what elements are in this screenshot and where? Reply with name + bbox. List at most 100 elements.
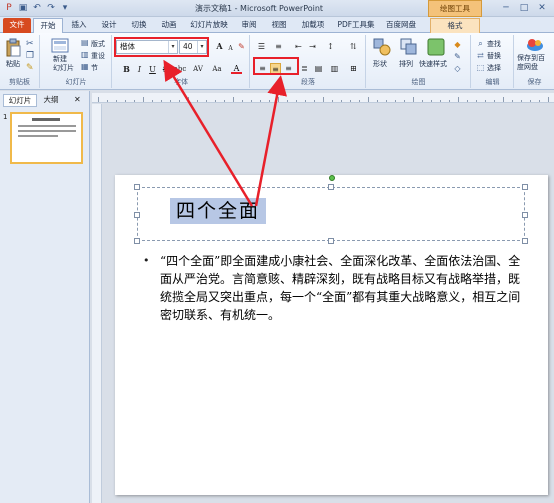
tab-format[interactable]: 格式 [430, 18, 480, 33]
font-color-button[interactable]: A [231, 63, 242, 74]
numbering-icon[interactable]: ≡ [273, 41, 284, 52]
resize-handle[interactable] [522, 238, 528, 244]
ruler-tick [350, 100, 351, 102]
font-group-label: 字体 [174, 78, 188, 86]
ruler-tick [197, 100, 198, 102]
ruler-tick [422, 100, 423, 102]
format-painter-icon[interactable]: ✎ [26, 63, 34, 73]
close-icon[interactable]: ✕ [536, 2, 548, 14]
select-icon[interactable]: ⬚ [475, 62, 486, 73]
tab-slideshow[interactable]: 幻灯片放映 [186, 18, 232, 33]
quick-styles-icon[interactable] [427, 38, 445, 56]
undo-icon[interactable]: ↶ [31, 2, 43, 14]
increase-indent-icon[interactable]: ⇥ [307, 41, 318, 52]
shape-effects-icon[interactable]: ◇ [452, 63, 463, 74]
strikethrough-button[interactable]: S [160, 64, 171, 75]
resize-handle[interactable] [134, 212, 140, 218]
maximize-icon[interactable]: □ [518, 2, 530, 14]
new-slide-button[interactable]: 新建 幻灯片 [53, 55, 74, 73]
redo-icon[interactable]: ↷ [45, 2, 57, 14]
grow-font-icon[interactable]: A [214, 41, 225, 52]
shapes-icon[interactable] [373, 38, 391, 56]
decrease-indent-icon[interactable]: ⇤ [293, 41, 304, 52]
window-title: 演示文稿1 - Microsoft PowerPoint [195, 4, 324, 13]
bold-button[interactable]: B [121, 64, 132, 75]
customize-icon[interactable]: ▾ [59, 2, 71, 14]
tab-transitions[interactable]: 切换 [126, 18, 152, 33]
shape-fill-icon[interactable]: ◆ [452, 39, 463, 50]
ruler-tick [431, 100, 432, 102]
replace-button[interactable]: 替换 [487, 51, 501, 61]
baidu-cloud-icon[interactable] [526, 38, 544, 52]
change-case-button[interactable]: Aa [210, 64, 224, 75]
copy-icon[interactable]: ❐ [26, 51, 34, 61]
app-icon[interactable]: P [3, 2, 15, 14]
slide-thumbnail[interactable] [10, 112, 83, 164]
find-button[interactable]: 查找 [487, 39, 501, 49]
quick-styles-button[interactable]: 快速样式 [419, 59, 447, 69]
smartart-icon[interactable]: ⊞ [348, 63, 359, 74]
arrange-button[interactable]: 排列 [399, 59, 413, 69]
find-icon[interactable]: ⌕ [475, 38, 486, 49]
tab-design[interactable]: 设计 [96, 18, 122, 33]
tab-file[interactable]: 文件 [3, 18, 31, 33]
save-to-baidu-button[interactable]: 保存到百 度网盘 [517, 54, 545, 72]
justify-icon[interactable]: ≣ [299, 63, 310, 74]
resize-handle[interactable] [134, 238, 140, 244]
tab-pdf-tools[interactable]: PDF工具集 [334, 18, 378, 33]
char-spacing-button[interactable]: AV [191, 64, 205, 75]
resize-handle[interactable] [328, 238, 334, 244]
tab-outline-pane[interactable]: 大纲 [38, 94, 64, 107]
resize-handle[interactable] [328, 184, 334, 190]
layout-icon[interactable]: ▤ [81, 38, 89, 47]
reset-button[interactable]: 重设 [91, 51, 105, 61]
vertical-ruler[interactable] [92, 104, 102, 503]
minimize-icon[interactable]: ─ [500, 2, 512, 14]
close-pane-icon[interactable]: ✕ [74, 95, 81, 104]
replace-icon[interactable]: ⇄ [475, 50, 486, 61]
cut-icon[interactable]: ✂ [26, 39, 34, 49]
tab-view[interactable]: 视图 [266, 18, 292, 33]
ruler-tick [269, 100, 270, 102]
tab-baidu-netdisk[interactable]: 百度网盘 [382, 18, 420, 33]
tab-addins[interactable]: 加载项 [296, 18, 330, 33]
slide-body-text[interactable]: “四个全面”即全面建成小康社会、全面深化改革、全面依法治国、全面从严治党。言简意… [160, 252, 522, 324]
shapes-button[interactable]: 形状 [373, 59, 387, 69]
new-slide-icon[interactable] [51, 38, 69, 54]
rotate-handle[interactable] [329, 175, 335, 181]
tab-review[interactable]: 审阅 [236, 18, 262, 33]
slide-title-text[interactable]: 四个全面 [170, 198, 267, 224]
text-direction-icon[interactable]: ⇅ [348, 41, 359, 52]
ruler-tick [503, 97, 504, 102]
shrink-font-icon[interactable]: A [225, 43, 236, 54]
bullets-icon[interactable]: ☰ [256, 41, 267, 52]
reset-icon[interactable]: ▥ [81, 50, 89, 59]
ruler-tick [530, 100, 531, 102]
tab-animations[interactable]: 动画 [156, 18, 182, 33]
horizontal-ruler[interactable] [92, 93, 554, 103]
section-button[interactable]: 节 [91, 63, 98, 73]
distribute-icon[interactable]: ▤ [313, 63, 324, 74]
shadow-button[interactable]: abc [171, 64, 189, 75]
ruler-tick [512, 100, 513, 102]
tab-slides-pane[interactable]: 幻灯片 [3, 94, 37, 107]
clear-format-icon[interactable]: ✎ [236, 41, 247, 52]
underline-button[interactable]: U [147, 64, 158, 75]
tab-insert[interactable]: 插入 [66, 18, 92, 33]
shape-outline-icon[interactable]: ✎ [452, 51, 463, 62]
resize-handle[interactable] [134, 184, 140, 190]
columns-icon[interactable]: ▥ [329, 63, 340, 74]
italic-button[interactable]: I [134, 64, 145, 75]
paste-button[interactable]: 粘贴 [6, 59, 20, 69]
ruler-tick [116, 100, 117, 102]
save-icon[interactable]: ▣ [17, 2, 29, 14]
select-button[interactable]: 选择 [487, 63, 501, 73]
resize-handle[interactable] [522, 212, 528, 218]
line-spacing-icon[interactable]: ↕ [325, 41, 336, 52]
tab-home[interactable]: 开始 [33, 18, 63, 33]
section-icon[interactable]: ▦ [81, 62, 89, 71]
paste-icon[interactable] [5, 38, 21, 58]
resize-handle[interactable] [522, 184, 528, 190]
layout-button[interactable]: 版式 [91, 39, 105, 49]
arrange-icon[interactable] [400, 38, 418, 56]
